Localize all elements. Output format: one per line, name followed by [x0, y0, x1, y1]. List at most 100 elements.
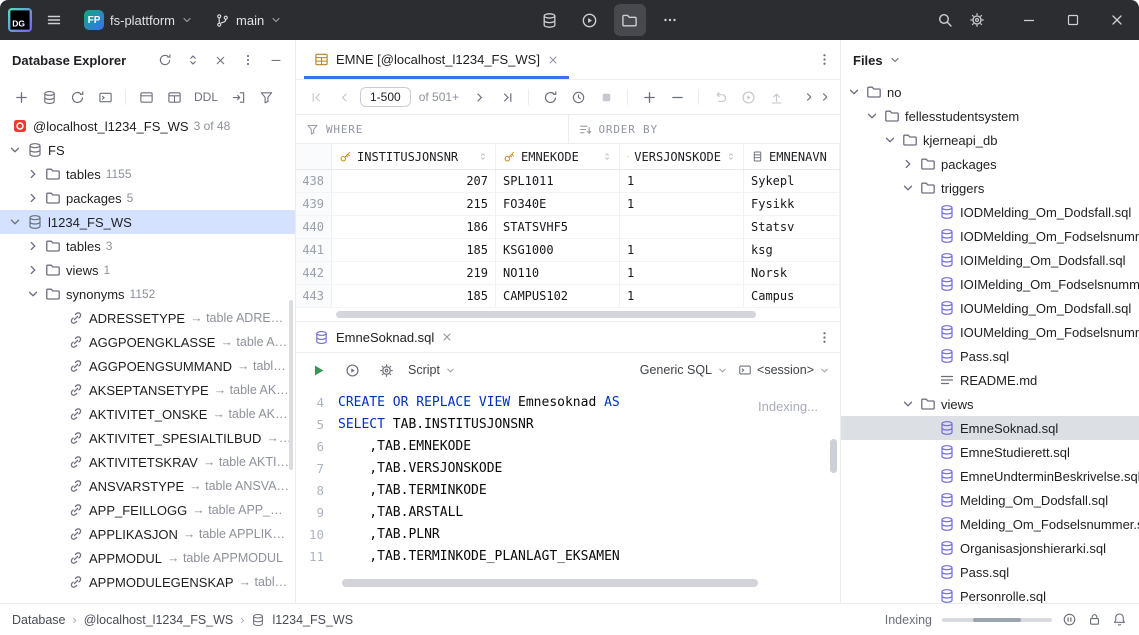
cell-institusjonsnr[interactable]: 185: [332, 239, 496, 261]
files-node-file-selected[interactable]: EmneSoknad.sql: [841, 416, 1139, 440]
editor-vscrollbar-thumb[interactable]: [830, 439, 837, 473]
stop-query-button[interactable]: [594, 85, 618, 109]
grid-hscrollbar-thumb[interactable]: [336, 311, 756, 318]
cell-emnenavn[interactable]: Campus: [744, 285, 840, 307]
db-node-group[interactable]: tables 1155: [0, 162, 295, 186]
chevron-down-icon[interactable]: [883, 133, 897, 147]
refresh-button[interactable]: [64, 84, 90, 110]
files-node-file[interactable]: IOUMelding_Om_Dodsfall.sql: [841, 296, 1139, 320]
last-page-button[interactable]: [495, 85, 519, 109]
cell-versjonskode[interactable]: 1: [620, 262, 744, 284]
cell-institusjonsnr[interactable]: 219: [332, 262, 496, 284]
files-node-folder[interactable]: packages: [841, 152, 1139, 176]
project-selector[interactable]: FP fs-plattform: [76, 6, 201, 34]
cell-emnenavn[interactable]: Sykepl: [744, 170, 840, 192]
files-node-file[interactable]: Organisasjonshierarki.sql: [841, 536, 1139, 560]
cell-institusjonsnr[interactable]: 185: [332, 285, 496, 307]
synonym-node[interactable]: APPMODUL → table APPMODUL: [0, 546, 295, 570]
sql-code-editor[interactable]: 4CREATE OR REPLACE VIEW Emnesoknad AS 5S…: [296, 387, 840, 603]
files-tool-button[interactable]: [614, 4, 646, 36]
row-number[interactable]: 439: [296, 193, 332, 215]
sort-toggle-icon[interactable]: [602, 151, 612, 162]
row-number[interactable]: 440: [296, 216, 332, 238]
data-source-button[interactable]: [36, 84, 62, 110]
files-node-file[interactable]: IOIMelding_Om_Dodsfall.sql: [841, 248, 1139, 272]
revert-changes-button[interactable]: [708, 85, 732, 109]
notifications-bell-icon[interactable]: [1112, 612, 1127, 627]
files-node-folder[interactable]: kjerneapi_db: [841, 128, 1139, 152]
tab-emnesoknad-sql[interactable]: EmneSoknad.sql: [304, 322, 463, 352]
pause-indexing-icon[interactable]: [1062, 612, 1077, 627]
view-options-button[interactable]: [133, 84, 159, 110]
chevron-down-icon[interactable]: [26, 287, 40, 301]
chevron-right-icon[interactable]: [26, 263, 40, 277]
cell-emnekode[interactable]: SPL1011: [496, 170, 620, 192]
column-header-emnekode[interactable]: EMNEKODE: [496, 144, 620, 169]
db-node-group[interactable]: packages 5: [0, 186, 295, 210]
services-tool-button[interactable]: [574, 4, 606, 36]
tree-scrollbar[interactable]: [289, 300, 293, 470]
synonym-node[interactable]: AKTIVITET_SPESIALTILBUD → table AKTIVITE…: [0, 426, 295, 450]
synonym-node[interactable]: AKSEPTANSETYPE → table AKSEPTANSETYPE: [0, 378, 295, 402]
tab-options-icon[interactable]: [817, 330, 832, 345]
lock-icon[interactable]: [1087, 612, 1102, 627]
submit-changes-button[interactable]: [764, 85, 788, 109]
files-node-file[interactable]: Pass.sql: [841, 344, 1139, 368]
chevron-right-icon[interactable]: [901, 157, 915, 171]
query-console-button[interactable]: [92, 84, 118, 110]
chevron-right-icon[interactable]: [26, 191, 40, 205]
settings-button[interactable]: [961, 4, 993, 36]
synonym-node[interactable]: AKTIVITET_ONSKE → table AKTIVITET_ONSKE: [0, 402, 295, 426]
run-options-button[interactable]: [340, 358, 364, 382]
db-node-schema[interactable]: FS: [0, 138, 295, 162]
panel-options-icon[interactable]: [241, 53, 255, 67]
delete-row-button[interactable]: [665, 85, 689, 109]
tab-emne-table[interactable]: EMNE [@localhost_l1234_FS_WS]: [304, 40, 569, 79]
cell-versjonskode[interactable]: 1: [620, 285, 744, 307]
sync-icon[interactable]: [158, 53, 172, 67]
synonym-node[interactable]: ADRESSETYPE → table ADRESSETYPE: [0, 306, 295, 330]
synonym-node[interactable]: APP_FEILLOGG → table APP_FEILLOGG: [0, 498, 295, 522]
more-tools-button[interactable]: [654, 4, 686, 36]
run-mode-dropdown[interactable]: Script: [408, 363, 456, 377]
row-number[interactable]: 443: [296, 285, 332, 307]
search-everywhere-button[interactable]: [929, 4, 961, 36]
chevron-down-icon[interactable]: [889, 54, 901, 66]
files-node-file[interactable]: Melding_Om_Fodselsnummer.sql: [841, 512, 1139, 536]
chevron-down-icon[interactable]: [865, 109, 879, 123]
row-number[interactable]: 438: [296, 170, 332, 192]
new-item-button[interactable]: [8, 84, 34, 110]
cell-emnenavn[interactable]: Fysikk: [744, 193, 840, 215]
chevron-right-icon[interactable]: [26, 167, 40, 181]
chevron-down-icon[interactable]: [8, 215, 22, 229]
files-node-file[interactable]: IODMelding_Om_Fodselsnummer.sql: [841, 224, 1139, 248]
chevron-down-icon[interactable]: [901, 181, 915, 195]
files-node-file[interactable]: Personrolle.sql: [841, 584, 1139, 603]
cell-institusjonsnr[interactable]: 215: [332, 193, 496, 215]
first-page-button[interactable]: [304, 85, 328, 109]
files-node-folder[interactable]: views: [841, 392, 1139, 416]
chevron-down-icon[interactable]: [901, 397, 915, 411]
column-header-versjonskode[interactable]: VERSJONSKODE: [620, 144, 744, 169]
chevron-down-icon[interactable]: [8, 143, 22, 157]
session-dropdown[interactable]: <session>: [738, 363, 830, 377]
chevron-right-icon[interactable]: [26, 239, 40, 253]
overflow-chevron-icon[interactable]: [802, 90, 816, 104]
sort-toggle-icon[interactable]: [478, 151, 488, 162]
sort-toggle-icon[interactable]: [726, 151, 736, 162]
column-header-institusjonsnr[interactable]: INSTITUSJONSNR: [332, 144, 496, 169]
minimize-button[interactable]: [1007, 0, 1051, 40]
auto-refresh-button[interactable]: [566, 85, 590, 109]
cell-versjonskode[interactable]: 1: [620, 239, 744, 261]
files-node-folder[interactable]: no: [841, 80, 1139, 104]
files-node-file[interactable]: IODMelding_Om_Dodsfall.sql: [841, 200, 1139, 224]
cell-versjonskode[interactable]: 1: [620, 193, 744, 215]
page-range[interactable]: 1-500: [360, 87, 411, 107]
where-filter-field[interactable]: WHERE: [296, 115, 568, 143]
files-node-file[interactable]: Melding_Om_Dodsfall.sql: [841, 488, 1139, 512]
cell-emnekode[interactable]: FO340E: [496, 193, 620, 215]
maximize-button[interactable]: [1051, 0, 1095, 40]
run-button[interactable]: [306, 358, 330, 382]
previous-page-button[interactable]: [332, 85, 356, 109]
breadcrumb-connection[interactable]: @localhost_l1234_FS_WS: [84, 613, 234, 627]
